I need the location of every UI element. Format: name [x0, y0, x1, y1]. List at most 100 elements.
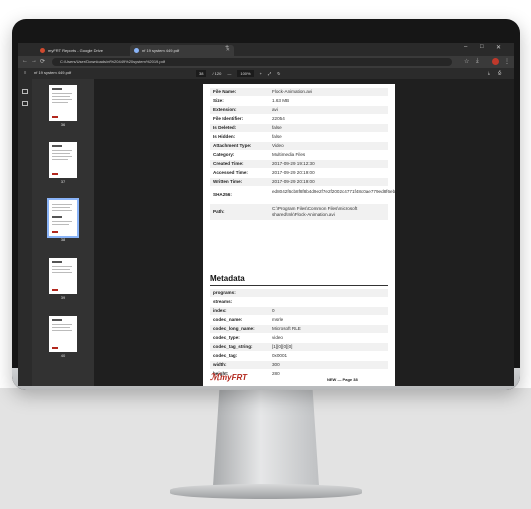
thumbnail-page-number: 38 — [60, 237, 66, 242]
page-thumbnail-active[interactable] — [47, 198, 79, 238]
monitor-screen: myFRT Reports - Google Drive ✕ nf 19 sys… — [18, 43, 514, 386]
property-label: Attachment Type: — [213, 143, 252, 148]
star-icon[interactable]: ☆ — [464, 58, 469, 65]
property-value: Flock-Animation.avi — [272, 89, 313, 94]
property-label: File Name: — [213, 89, 237, 94]
property-row: Category: Multimedia Files — [210, 151, 388, 159]
property-label: streams: — [213, 299, 233, 304]
property-label: Is Hidden: — [213, 134, 236, 139]
property-label: SHA256: — [213, 192, 232, 197]
property-value: 2017-09-29 19:12:30 — [272, 161, 315, 166]
property-label: Size: — [213, 98, 224, 103]
maximize-button[interactable]: □ — [480, 44, 484, 50]
page-thumbnail[interactable] — [49, 258, 77, 294]
pdf-icon — [134, 48, 139, 53]
property-label: width: — [213, 362, 227, 367]
property-row: File Identifier: 22054 — [210, 115, 388, 123]
property-label: codec_name: — [213, 317, 243, 322]
property-value: avi — [272, 107, 278, 112]
monitor-stand-neck — [213, 390, 319, 486]
property-value: 280 — [272, 371, 280, 376]
property-row: programs: — [210, 289, 388, 297]
property-value: video — [272, 335, 283, 340]
thumbnail-page-number: 37 — [60, 179, 66, 184]
forward-icon[interactable]: → — [31, 58, 37, 64]
thumbnail-page-number: 40 — [60, 353, 66, 358]
thumbnail-page-number: 36 — [60, 122, 66, 127]
property-value: 1.63 MB — [272, 98, 290, 103]
property-row: width: 300 — [210, 361, 388, 369]
property-row: Accessed Time: 2017-09-29 20:19:00 — [210, 169, 388, 177]
property-row: SHA256: ed8042f6cb8f8f8b4d9e2f7e2f2002c47… — [210, 187, 395, 203]
property-row: codec_long_name: Microsoft RLE — [210, 325, 388, 333]
new-tab-button[interactable]: + — [225, 44, 229, 51]
page-total: / 120 — [212, 71, 222, 76]
download-icon[interactable]: ⤓ — [488, 70, 490, 75]
download-icon[interactable]: ⤓ — [476, 58, 479, 65]
thumbnails-icon[interactable] — [22, 89, 28, 94]
property-label: Extension: — [213, 107, 237, 112]
minimize-button[interactable]: – — [464, 44, 467, 50]
property-value: 2017-09-29 20:19:00 — [272, 170, 315, 175]
property-row: Is Hidden: false — [210, 133, 388, 141]
zoom-level[interactable]: 100% — [237, 70, 254, 77]
browser-tab-bar: myFRT Reports - Google Drive ✕ nf 19 sys… — [18, 43, 514, 56]
rotate-icon[interactable]: ↻ — [277, 71, 280, 76]
browser-tab-active[interactable]: nf 19 system 449.pdf ✕ — [130, 45, 234, 56]
browser-tab[interactable]: myFRT Reports - Google Drive ✕ — [36, 45, 140, 56]
property-value: ed8042f6cb8f8f8b4d9e2f7e2f2002c4771f48c0… — [272, 189, 395, 194]
property-value: 0 — [272, 308, 275, 313]
property-label: Created Time: — [213, 161, 244, 166]
thumbnail-page-number: 39 — [60, 295, 66, 300]
property-row: Created Time: 2017-09-29 19:12:30 — [210, 160, 388, 168]
property-value: Video — [272, 143, 284, 148]
property-row: Is Deleted: false — [210, 124, 388, 132]
page-thumbnail[interactable] — [49, 142, 77, 178]
url-field[interactable]: C:/Users/User/Downloads/nf%20449%20syste… — [52, 58, 452, 66]
zoom-in-button[interactable]: + — [260, 71, 262, 76]
close-window-button[interactable]: ✕ — [496, 44, 501, 51]
fit-page-icon[interactable]: ⤢ — [268, 71, 271, 76]
property-row: Attachment Type: Video — [210, 142, 388, 150]
property-label: codec_type: — [213, 335, 240, 340]
property-label: codec_long_name: — [213, 326, 255, 331]
hamburger-icon[interactable]: ≡ — [24, 70, 26, 75]
property-row: codec_name: msrle — [210, 316, 388, 324]
property-value: 300 — [272, 362, 280, 367]
property-value: false — [272, 125, 282, 130]
back-icon[interactable]: ← — [22, 58, 28, 64]
page-thumbnail[interactable] — [49, 85, 77, 121]
property-row: codec_type: video — [210, 334, 388, 342]
menu-icon[interactable]: ⋮ — [504, 58, 510, 65]
outline-icon[interactable] — [22, 101, 28, 106]
section-divider — [210, 285, 388, 286]
property-value: Multimedia Files — [272, 152, 306, 157]
property-row: codec_tag: 0x0001 — [210, 352, 388, 360]
property-row: index: 0 — [210, 307, 388, 315]
myfrt-logo: ℳmyFRT — [210, 372, 247, 382]
page-thumbnail[interactable] — [49, 316, 77, 352]
pdf-page-controls: 38 / 120 — 100% + ⤢ ↻ — [196, 69, 281, 78]
reload-icon[interactable]: ⟳ — [40, 58, 45, 65]
property-label: Is Deleted: — [213, 125, 237, 130]
thumbnail-pane: 36 37 38 39 40 — [32, 79, 94, 386]
property-value: Microsoft RLE — [272, 326, 301, 331]
section-title: Metadata — [210, 274, 245, 283]
tab-label: myFRT Reports - Google Drive — [48, 48, 103, 53]
tab-label: nf 19 system 449.pdf — [142, 48, 180, 53]
profile-avatar[interactable] — [492, 58, 499, 65]
property-value: [1][0][0][0] — [272, 344, 293, 349]
property-value: C:\Program Files\Common Files\microsoft … — [272, 206, 358, 217]
property-row: Path: C:\Program Files\Common Files\micro… — [210, 204, 388, 220]
property-row: Extension: avi — [210, 106, 388, 114]
address-bar-row: ← → ⟳ C:/Users/User/Downloads/nf%20449%2… — [18, 56, 514, 68]
property-label: Accessed Time: — [213, 170, 248, 175]
pdf-doc-name: nf 19 system 449.pdf — [34, 70, 72, 75]
page-number-input[interactable]: 38 — [196, 70, 207, 77]
print-icon[interactable]: ⎙ — [498, 70, 501, 75]
zoom-out-button[interactable]: — — [227, 71, 231, 76]
property-value: 0x0001 — [272, 353, 288, 358]
property-label: Path: — [213, 209, 225, 214]
property-value: msrle — [272, 317, 284, 322]
property-value: 2017-09-29 20:19:00 — [272, 179, 315, 184]
